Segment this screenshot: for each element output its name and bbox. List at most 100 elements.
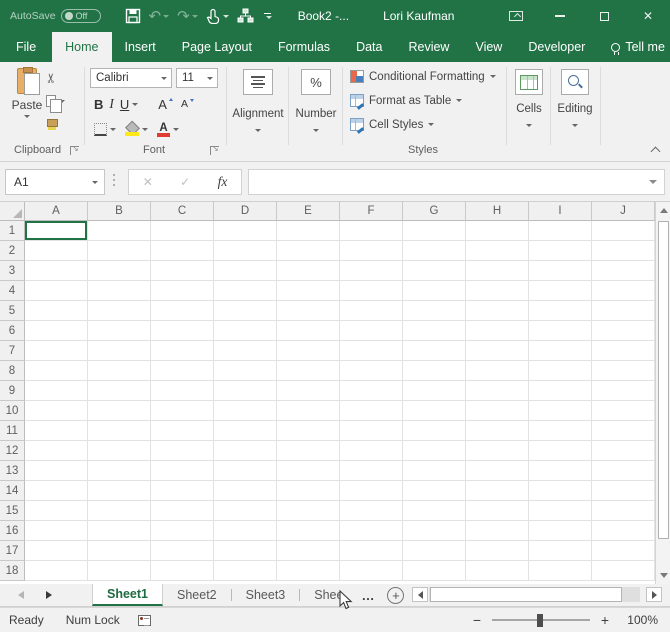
cell-A8[interactable] (25, 361, 88, 381)
cell-A7[interactable] (25, 341, 88, 361)
cell-H5[interactable] (466, 301, 529, 321)
copy-button[interactable] (46, 93, 65, 109)
cell-F9[interactable] (340, 381, 403, 401)
cell-G1[interactable] (403, 221, 466, 241)
row-header-18[interactable]: 18 (0, 561, 25, 581)
fill-color-dropdown-icon[interactable] (142, 128, 148, 131)
cell-E18[interactable] (277, 561, 340, 581)
paste-dropdown-icon[interactable] (24, 115, 30, 118)
column-header-i[interactable]: I (529, 202, 592, 221)
save-button[interactable] (123, 5, 143, 27)
cell-I8[interactable] (529, 361, 592, 381)
cell-F13[interactable] (340, 461, 403, 481)
cell-E5[interactable] (277, 301, 340, 321)
restore-button[interactable] (582, 0, 626, 32)
cell-A3[interactable] (25, 261, 88, 281)
cancel-icon[interactable]: ✕ (143, 175, 153, 189)
cell-I14[interactable] (529, 481, 592, 501)
cell-C14[interactable] (151, 481, 214, 501)
row-header-17[interactable]: 17 (0, 541, 25, 561)
cell-F12[interactable] (340, 441, 403, 461)
cell-G16[interactable] (403, 521, 466, 541)
cell-E13[interactable] (277, 461, 340, 481)
cell-G3[interactable] (403, 261, 466, 281)
cell-F1[interactable] (340, 221, 403, 241)
cell-C13[interactable] (151, 461, 214, 481)
cell-I11[interactable] (529, 421, 592, 441)
borders-button[interactable] (94, 123, 116, 136)
editing-dropdown-icon[interactable] (572, 124, 578, 127)
autosave-pill[interactable]: Off (61, 9, 101, 23)
cell-I4[interactable] (529, 281, 592, 301)
org-chart-button[interactable] (235, 5, 256, 27)
underline-button[interactable]: U (120, 97, 138, 112)
name-box[interactable]: A1 (5, 169, 105, 195)
row-header-16[interactable]: 16 (0, 521, 25, 541)
cell-C9[interactable] (151, 381, 214, 401)
cell-E9[interactable] (277, 381, 340, 401)
cell-D11[interactable] (214, 421, 277, 441)
insert-function-button[interactable]: fx (218, 174, 228, 190)
cell-C5[interactable] (151, 301, 214, 321)
alignment-group-button[interactable]: Alignment (228, 62, 288, 161)
cell-A10[interactable] (25, 401, 88, 421)
cell-B4[interactable] (88, 281, 151, 301)
cell-F3[interactable] (340, 261, 403, 281)
font-dialog-launcher[interactable] (210, 146, 219, 155)
cell-B7[interactable] (88, 341, 151, 361)
next-sheet-button[interactable] (46, 591, 52, 599)
cell-I6[interactable] (529, 321, 592, 341)
cell-I2[interactable] (529, 241, 592, 261)
cell-H6[interactable] (466, 321, 529, 341)
cell-G2[interactable] (403, 241, 466, 261)
row-header-14[interactable]: 14 (0, 481, 25, 501)
cell-F16[interactable] (340, 521, 403, 541)
name-box-dropdown-icon[interactable] (92, 181, 98, 184)
format-painter-button[interactable] (46, 116, 65, 132)
cell-C18[interactable] (151, 561, 214, 581)
cell-B18[interactable] (88, 561, 151, 581)
zoom-in-button[interactable]: + (599, 612, 611, 628)
cell-E11[interactable] (277, 421, 340, 441)
borders-dropdown-icon[interactable] (110, 128, 116, 131)
cell-A6[interactable] (25, 321, 88, 341)
column-header-b[interactable]: B (88, 202, 151, 221)
column-header-a[interactable]: A (25, 202, 88, 221)
italic-button[interactable]: I (109, 96, 114, 112)
redo-dropdown-icon[interactable] (192, 15, 198, 18)
cell-J7[interactable] (592, 341, 655, 361)
cell-G12[interactable] (403, 441, 466, 461)
cell-J14[interactable] (592, 481, 655, 501)
cell-D8[interactable] (214, 361, 277, 381)
enter-icon[interactable]: ✓ (180, 175, 190, 189)
zoom-slider[interactable] (492, 619, 590, 621)
cell-E15[interactable] (277, 501, 340, 521)
vertical-scrollbar-thumb[interactable] (658, 221, 669, 539)
row-header-15[interactable]: 15 (0, 501, 25, 521)
cell-J10[interactable] (592, 401, 655, 421)
cell-J5[interactable] (592, 301, 655, 321)
cell-H10[interactable] (466, 401, 529, 421)
cell-F15[interactable] (340, 501, 403, 521)
cell-B13[interactable] (88, 461, 151, 481)
cell-I5[interactable] (529, 301, 592, 321)
signed-in-user[interactable]: Lori Kaufman (383, 9, 454, 23)
row-header-9[interactable]: 9 (0, 381, 25, 401)
undo-button[interactable]: ↶ (147, 5, 172, 27)
column-header-j[interactable]: J (592, 202, 655, 221)
cell-H17[interactable] (466, 541, 529, 561)
cell-H8[interactable] (466, 361, 529, 381)
undo-dropdown-icon[interactable] (163, 15, 169, 18)
touch-mode-dropdown-icon[interactable] (223, 15, 229, 18)
cell-A12[interactable] (25, 441, 88, 461)
cell-A4[interactable] (25, 281, 88, 301)
cell-F8[interactable] (340, 361, 403, 381)
cell-E3[interactable] (277, 261, 340, 281)
cell-G15[interactable] (403, 501, 466, 521)
font-family-dropdown-icon[interactable] (161, 77, 167, 80)
cell-F6[interactable] (340, 321, 403, 341)
cell-I9[interactable] (529, 381, 592, 401)
tab-view[interactable]: View (462, 32, 515, 62)
cell-D18[interactable] (214, 561, 277, 581)
cell-G13[interactable] (403, 461, 466, 481)
